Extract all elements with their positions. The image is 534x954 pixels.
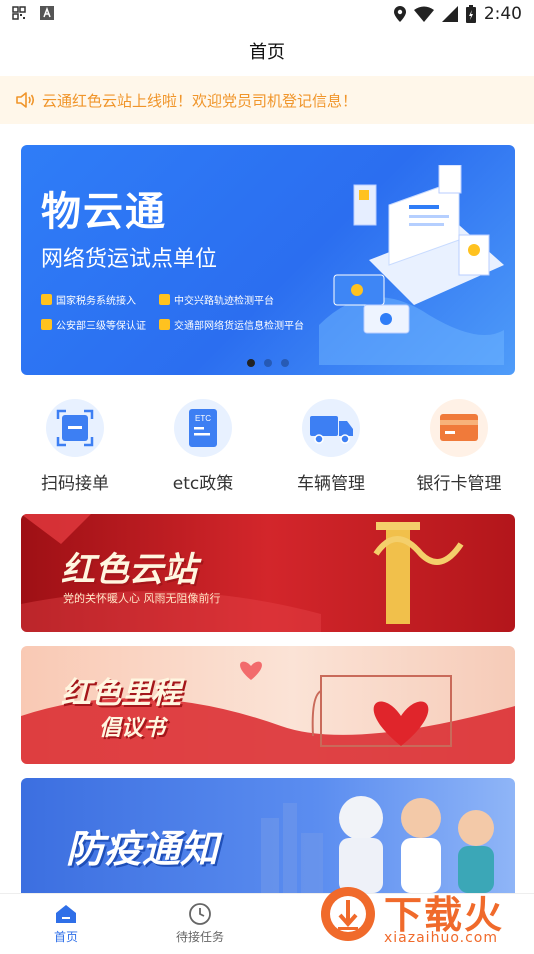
card-title: 防疫通知 bbox=[66, 827, 219, 871]
scan-icon bbox=[46, 399, 104, 457]
bank-card-icon bbox=[430, 399, 488, 457]
card-subtitle: 党的关怀暖人心 风雨无阻像前行 bbox=[63, 592, 221, 605]
carousel-indicators bbox=[21, 359, 515, 367]
etc-icon-text: ETC bbox=[195, 414, 211, 423]
card-title: 红色里程 bbox=[61, 676, 181, 711]
carousel-dot[interactable] bbox=[247, 359, 255, 367]
checkbox-icon bbox=[41, 319, 52, 330]
shortcut-scan-order[interactable]: 扫码接单 bbox=[15, 395, 135, 494]
location-icon bbox=[393, 6, 406, 22]
shortcut-etc-policy[interactable]: ETC etc政策 bbox=[143, 395, 263, 494]
shortcut-label: 车辆管理 bbox=[297, 474, 365, 494]
checkbox-icon bbox=[159, 294, 170, 305]
banner-feature: 国家税务系统接入 bbox=[41, 292, 136, 307]
card-subtitle: 倡议书 bbox=[99, 716, 166, 741]
card-title: 红色云站 bbox=[61, 550, 197, 590]
font-notification-icon bbox=[40, 6, 54, 20]
tab-label: 首页 bbox=[53, 930, 78, 944]
banner-feature: 公安部三级等保认证 bbox=[41, 317, 146, 332]
laptop-illustration bbox=[319, 165, 504, 365]
shortcut-vehicle-management[interactable]: 车辆管理 bbox=[271, 395, 391, 494]
clock-icon bbox=[189, 903, 211, 925]
tab-home[interactable]: 首页 bbox=[6, 902, 126, 945]
clock-time: 2:40 bbox=[483, 4, 522, 24]
qr-notification-icon bbox=[12, 6, 26, 20]
banner-subtitle: 网络货运试点单位 bbox=[41, 247, 218, 272]
carousel-dot[interactable] bbox=[281, 359, 289, 367]
watermark-url: xiazaihuo.com bbox=[384, 930, 498, 946]
banner-feature: 交通部网络货运信息检测平台 bbox=[159, 317, 304, 332]
home-icon bbox=[56, 905, 76, 923]
checkbox-icon bbox=[41, 294, 52, 305]
page-title: 首页 bbox=[249, 42, 285, 63]
shortcut-bank-card-management[interactable]: 银行卡管理 bbox=[399, 395, 519, 494]
checkbox-icon bbox=[159, 319, 170, 330]
epidemic-notice-card[interactable]: 防疫通知 bbox=[21, 778, 515, 893]
notice-bar[interactable]: 云通红色云站上线啦！欢迎党员司机登记信息！ bbox=[0, 76, 534, 124]
status-bar: 2:40 bbox=[0, 0, 534, 28]
shortcut-label: 扫码接单 bbox=[41, 474, 109, 494]
shortcut-label: etc政策 bbox=[172, 474, 234, 494]
wifi-icon bbox=[413, 6, 434, 22]
tab-label: 待接任务 bbox=[175, 930, 224, 944]
page-header: 首页 bbox=[0, 28, 534, 74]
speaker-icon bbox=[16, 92, 35, 108]
truck-icon bbox=[302, 399, 360, 457]
banner-title: 物云通 bbox=[41, 189, 167, 235]
notice-text: 云通红色云站上线啦！欢迎党员司机登记信息！ bbox=[42, 91, 358, 110]
watermark: 下载火 xiazaihuo.com bbox=[310, 880, 534, 950]
tab-pending-tasks[interactable]: 待接任务 bbox=[140, 902, 260, 945]
shortcut-grid: 扫码接单 ETC etc政策 车辆管理 银行卡管理 bbox=[0, 395, 534, 495]
etc-card-icon: ETC bbox=[174, 399, 232, 457]
shortcut-label: 银行卡管理 bbox=[416, 474, 502, 494]
battery-icon bbox=[465, 5, 476, 23]
promo-banner[interactable]: 物云通 网络货运试点单位 国家税务系统接入 中交兴路轨迹检测平台 公安部三级等保… bbox=[21, 145, 515, 375]
carousel-dot[interactable] bbox=[264, 359, 272, 367]
red-cloud-station-card[interactable]: 红色云站 党的关怀暖人心 风雨无阻像前行 bbox=[21, 514, 515, 632]
red-mileage-card[interactable]: 红色里程 倡议书 bbox=[21, 646, 515, 764]
signal-icon bbox=[441, 6, 458, 22]
banner-feature: 中交兴路轨迹检测平台 bbox=[159, 292, 274, 307]
